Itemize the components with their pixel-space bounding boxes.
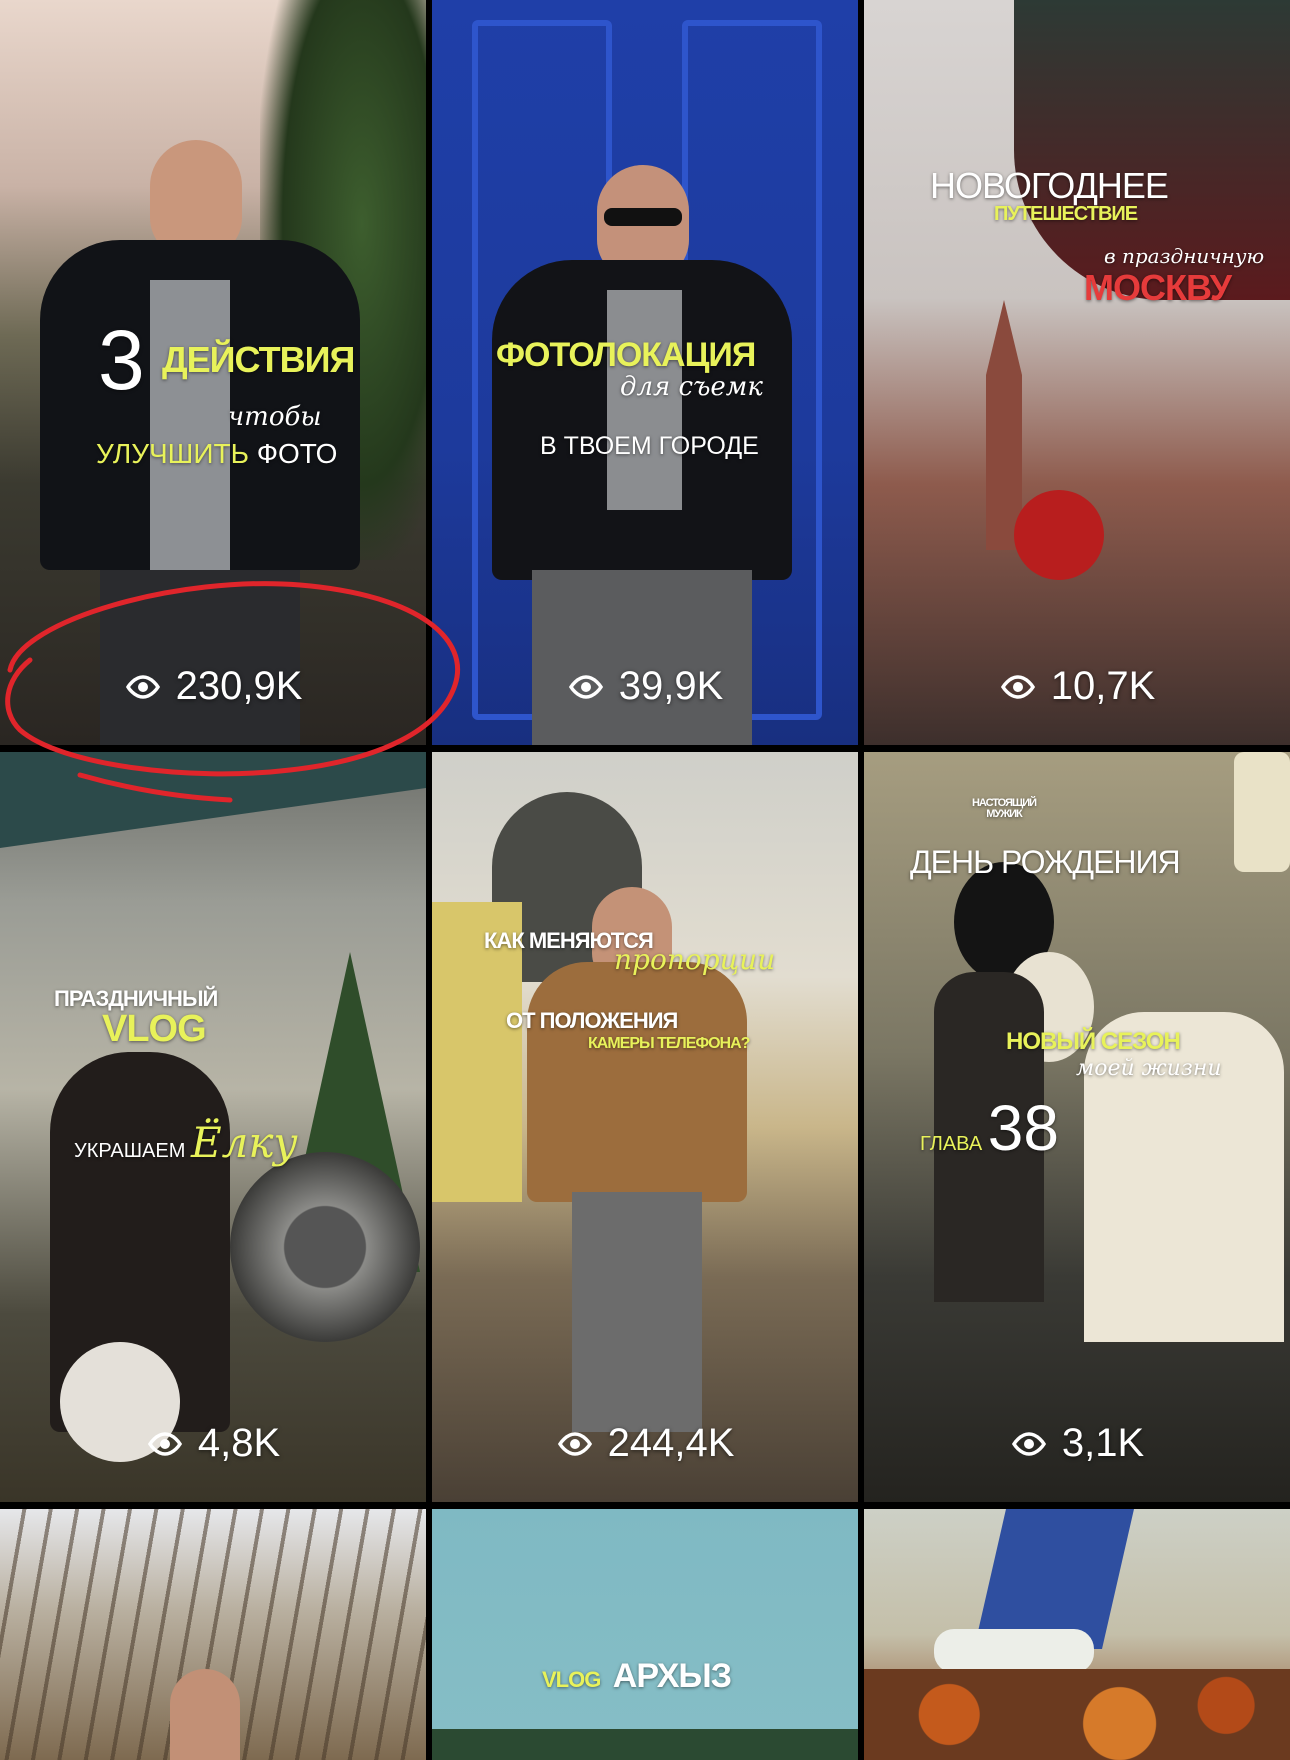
view-count-value: 10,7K [1050, 664, 1156, 708]
barrel-shape [230, 1152, 420, 1342]
overlay-line-4: КАМЕРЫ ТЕЛЕФОНА? [588, 1035, 750, 1052]
lamp-shape [1234, 752, 1290, 872]
view-count-value: 3,1K [1061, 1421, 1145, 1465]
view-count-value: 230,9K [175, 664, 303, 708]
person-legs [532, 570, 752, 745]
person-head [170, 1669, 240, 1760]
overlay-line-4b: 38 [987, 1092, 1059, 1164]
overlay-number: 3 [98, 313, 145, 407]
reel-tile-9[interactable] [864, 1509, 1290, 1760]
overlay-line-4: ГЛАВА 38 [920, 1096, 1059, 1160]
overlay-line-3: в праздничную [1104, 244, 1265, 268]
eye-icon [1000, 674, 1035, 699]
balloon-label: НАСТОЯЩИЙ МУЖИК [971, 797, 1037, 820]
overlay-line-3: ОТ ПОЛОЖЕНИЯ [506, 1008, 678, 1033]
overlay-title-a: VLOG [542, 1667, 601, 1692]
reel-tile-4[interactable]: ПРАЗДНИЧНЫЙ VLOG УКРАШАЕМ Ёлку 4,8K [0, 752, 426, 1502]
view-count: 10,7K [864, 664, 1290, 709]
overlay-title: ДЕНЬ РОЖДЕНИЯ [910, 844, 1181, 880]
overlay-line-2: ПУТЕШЕСТВИЕ [994, 203, 1138, 225]
reel-tile-7[interactable] [0, 1509, 426, 1760]
eye-icon [147, 1431, 182, 1456]
overlay-line-3b: Ёлку [190, 1118, 298, 1167]
overlay-line-3: УЛУЧШИТЬ ФОТО [96, 440, 337, 468]
view-count: 3,1K [864, 1421, 1290, 1466]
eye-icon [557, 1431, 592, 1456]
overlay-line-2: для съемк [620, 372, 763, 402]
reels-grid: 3 ДЕЙСТВИЯ чтобы УЛУЧШИТЬ ФОТО 230,9K ФО… [0, 0, 1290, 1760]
sunglasses-shape [604, 208, 682, 226]
eye-icon [568, 674, 603, 699]
overlay-line-3b: ФОТО [256, 438, 338, 469]
reel-tile-5[interactable]: КАК МЕНЯЮТСЯ пропорции ОТ ПОЛОЖЕНИЯ КАМЕ… [432, 752, 858, 1502]
overlay-line-4: МОСКВУ [1084, 267, 1232, 308]
eye-icon [125, 674, 160, 699]
reel-tile-2[interactable]: ФОТОЛОКАЦИЯ для съемк В ТВОЕМ ГОРОДЕ 39,… [432, 0, 858, 745]
reel-tile-3[interactable]: НОВОГОДНЕЕ ПУТЕШЕСТВИЕ в праздничную МОС… [864, 0, 1290, 745]
overlay-title: ДЕЙСТВИЯ [162, 339, 355, 380]
autumn-leaves [864, 1669, 1290, 1760]
overlay-title: VLOG АРХЫЗ [542, 1657, 732, 1695]
overlay-line-3a: УЛУЧШИТЬ [96, 438, 249, 469]
treeline [432, 1729, 858, 1760]
person-legs [100, 570, 300, 745]
view-count: 230,9K [0, 664, 426, 709]
overlay-line-2: чтобы [228, 402, 322, 432]
apple-decoration [1014, 490, 1104, 580]
overlay-line-3a: УКРАШАЕМ [74, 1140, 186, 1162]
overlay-title: НОВОГОДНЕЕ [930, 165, 1169, 206]
overlay-title: ФОТОЛОКАЦИЯ [496, 336, 756, 374]
overlay-line-3: В ТВОЕМ ГОРОДЕ [540, 432, 759, 460]
view-count-value: 244,4K [607, 1421, 735, 1465]
view-count: 4,8K [0, 1421, 426, 1466]
person-jacket [527, 962, 747, 1202]
overlay-line-2: пропорции [614, 943, 776, 976]
view-count-value: 39,9K [618, 664, 724, 708]
overlay-line-2: VLOG [102, 1008, 207, 1050]
sneaker [934, 1629, 1094, 1673]
overlay-title: ПРАЗДНИЧНЫЙ [54, 986, 218, 1011]
eye-icon [1011, 1431, 1046, 1456]
view-count: 244,4K [432, 1421, 858, 1466]
overlay-line-3: УКРАШАЕМ Ёлку [74, 1122, 298, 1164]
overlay-line-3: моей жизни [1076, 1056, 1222, 1081]
reel-thumbnail-8 [432, 1509, 858, 1760]
overlay-line-2: НОВЫЙ СЕЗОН [1006, 1028, 1181, 1055]
reel-tile-6[interactable]: ДЕНЬ РОЖДЕНИЯ НАСТОЯЩИЙ МУЖИК НОВЫЙ СЕЗО… [864, 752, 1290, 1502]
view-count-value: 4,8K [197, 1421, 281, 1465]
overlay-title-b: АРХЫЗ [612, 1657, 732, 1695]
person-legs [572, 1192, 702, 1432]
overlay-line-4a: ГЛАВА [920, 1133, 983, 1155]
reel-tile-8[interactable]: VLOG АРХЫЗ [432, 1509, 858, 1760]
person-shirt [150, 280, 230, 570]
view-count: 39,9K [432, 664, 858, 709]
reel-tile-1[interactable]: 3 ДЕЙСТВИЯ чтобы УЛУЧШИТЬ ФОТО 230,9K [0, 0, 426, 745]
